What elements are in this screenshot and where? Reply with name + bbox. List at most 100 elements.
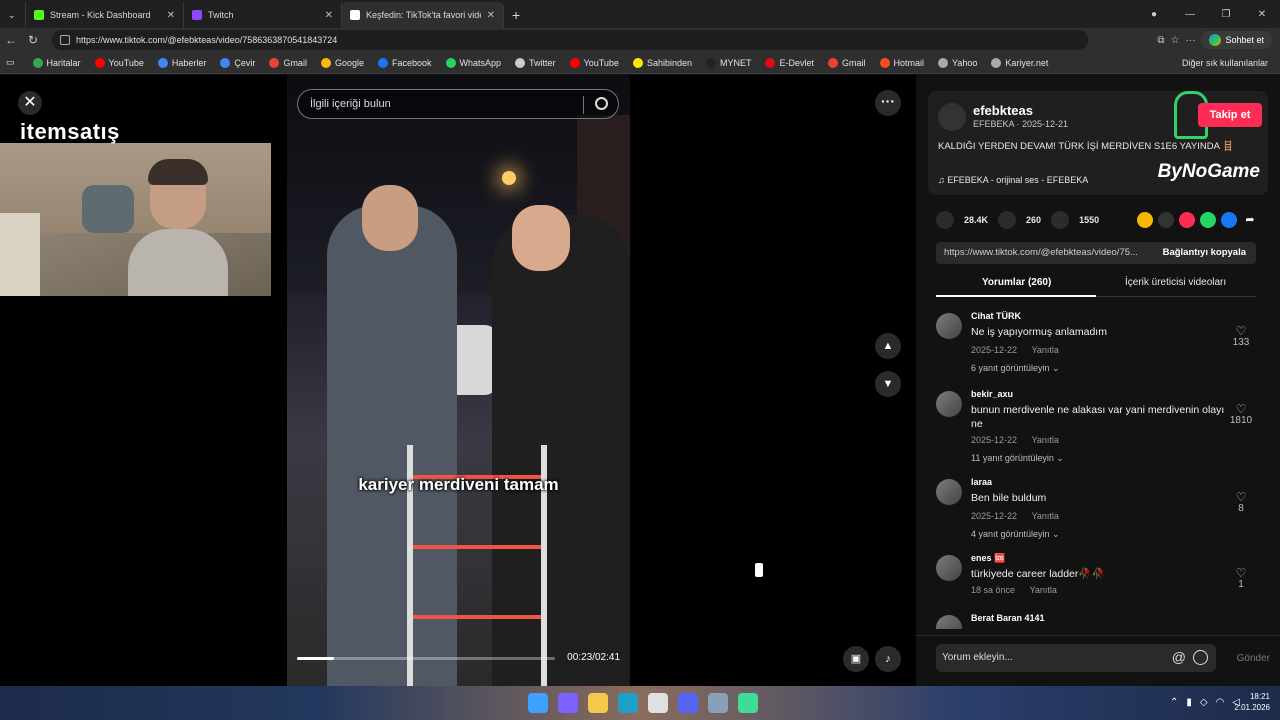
author-name[interactable]: efebkteas [973, 103, 1033, 118]
related-search-input[interactable]: İlgili içeriği bulun [297, 89, 619, 119]
bookmark-item[interactable]: Hotmail [879, 57, 924, 68]
more-menu-icon[interactable]: ··· [1185, 35, 1195, 46]
bookmark-item[interactable]: Haritalar [32, 57, 81, 68]
close-icon[interactable]: ✕ [167, 10, 175, 21]
browser-tab-kick[interactable]: Stream - Kick Dashboard ✕ [26, 2, 184, 28]
back-icon[interactable]: ← [0, 33, 22, 47]
bookmark-item[interactable]: Kariyer.net [991, 57, 1048, 68]
send-button[interactable]: Gönder [1237, 653, 1270, 664]
copilot-app-icon[interactable] [558, 693, 578, 713]
bookmark-item[interactable]: MYNET [705, 57, 751, 68]
heart-icon[interactable]: ♡ [1226, 491, 1256, 503]
reload-icon[interactable]: ↻ [22, 33, 44, 47]
emoji-icon[interactable] [1193, 650, 1208, 665]
coin-icon[interactable] [1137, 212, 1153, 228]
share-arrow-icon[interactable]: ➦ [1242, 212, 1258, 228]
network-app-icon[interactable] [708, 693, 728, 713]
comment-like[interactable]: ♡ 1810 [1226, 403, 1256, 426]
volume-button[interactable]: ♪ [875, 646, 901, 672]
discord-icon[interactable] [678, 693, 698, 713]
next-video-button[interactable]: ▼ [875, 371, 901, 397]
favorites-icon[interactable]: ☆ [1171, 35, 1180, 46]
bookmark-item[interactable]: Yahoo [938, 57, 977, 68]
bookmark-item[interactable]: Facebook [377, 57, 432, 68]
more-options-button[interactable]: ··· [875, 90, 901, 116]
pip-button[interactable]: ▣ [843, 646, 869, 672]
commenter-name[interactable]: Berat Baran 4141 [971, 613, 1045, 623]
bookmark-item[interactable]: Gmail [828, 57, 866, 68]
close-icon[interactable]: ✕ [487, 10, 495, 21]
edge-icon[interactable] [618, 693, 638, 713]
bookmark-item[interactable]: Google [320, 57, 364, 68]
new-tab-button[interactable]: + [504, 2, 528, 28]
browser-tab-tiktok[interactable]: Keşfedin: TikTok'ta favori vide ✕ [342, 2, 504, 28]
minimize-icon[interactable]: — [1172, 9, 1208, 20]
reply-button[interactable]: Yanıtla [1032, 511, 1059, 521]
bookmark-item[interactable]: YouTube [94, 57, 144, 68]
other-bookmarks[interactable]: Diğer sık kullanılanlar [1182, 58, 1268, 68]
like-icon[interactable] [936, 211, 954, 229]
maximize-icon[interactable]: ❐ [1208, 9, 1244, 20]
comment-like[interactable]: ♡ 1 [1226, 567, 1256, 590]
whatsapp-icon[interactable] [1200, 212, 1216, 228]
author-avatar[interactable] [938, 103, 966, 131]
embed-icon[interactable] [1158, 212, 1174, 228]
copilot-chat-button[interactable]: Sohbet et [1201, 31, 1272, 49]
mention-icon[interactable]: @ [1172, 649, 1186, 665]
comment-like[interactable]: ♡ 8 [1226, 491, 1256, 514]
commenter-name[interactable]: enes 🆘 [971, 553, 1005, 564]
app-icon[interactable] [738, 693, 758, 713]
store-icon[interactable] [648, 693, 668, 713]
heart-icon[interactable]: ♡ [1226, 403, 1256, 415]
heart-icon[interactable]: ♡ [1226, 325, 1256, 337]
video-player[interactable]: 30 kariyer merdiveni tamam İlgili içeriğ… [287, 75, 630, 686]
send-icon[interactable] [1179, 212, 1195, 228]
browser-tab-twitch[interactable]: Twitch ✕ [184, 2, 342, 28]
file-explorer-icon[interactable] [588, 693, 608, 713]
post-music[interactable]: ♫ EFEBEKA - orijinal ses - EFEBEKA [938, 175, 1088, 185]
extensions-icon[interactable]: ⧉ [1157, 35, 1164, 46]
tray-app-icon[interactable]: ▮ [1186, 697, 1192, 708]
url-field[interactable]: https://www.tiktok.com/@efebkteas/video/… [52, 30, 1088, 50]
commenter-name[interactable]: laraa [971, 477, 992, 487]
view-replies-button[interactable]: 6 yanıt görüntüleyin ⌄ [971, 363, 1060, 374]
copy-link-button[interactable]: Bağlantıyı kopyala [1163, 242, 1246, 264]
profile-icon[interactable]: ● [1136, 9, 1172, 20]
tab-creator-videos[interactable]: İçerik üreticisi videoları [1125, 277, 1226, 288]
commenter-avatar[interactable] [936, 615, 962, 629]
commenter-avatar[interactable] [936, 479, 962, 505]
commenter-avatar[interactable] [936, 555, 962, 581]
close-icon[interactable]: ✕ [325, 10, 333, 21]
close-video-button[interactable]: ✕ [18, 91, 42, 115]
comment-icon[interactable] [998, 211, 1017, 229]
search-icon[interactable] [595, 97, 608, 110]
wifi-icon[interactable]: ◠ [1216, 697, 1225, 708]
video-progress-bar[interactable] [297, 657, 555, 660]
tab-list-button[interactable]: ⌄ [0, 2, 26, 28]
bookmark-item[interactable]: WhatsApp [445, 57, 501, 68]
bookmark-item[interactable]: YouTube [569, 57, 619, 68]
facebook-icon[interactable] [1221, 212, 1237, 228]
system-clock[interactable]: 18:21 2.01.2026 [1234, 691, 1270, 713]
tray-shield-icon[interactable]: ◇ [1200, 697, 1208, 708]
bookmark-item[interactable]: Gmail [269, 57, 307, 68]
commenter-name[interactable]: Cihat TÜRK [971, 311, 1021, 321]
comment-input[interactable]: Yorum ekleyin... @ [936, 644, 1216, 672]
site-info-icon[interactable] [60, 35, 70, 45]
reply-button[interactable]: Yanıtla [1032, 435, 1059, 445]
comment-like[interactable]: ♡ 133 [1226, 325, 1256, 348]
bookmark-item[interactable]: Twitter [515, 57, 556, 68]
tray-chevron-icon[interactable]: ⌃ [1170, 697, 1178, 708]
bookmarks-menu-icon[interactable]: ▭ [6, 57, 15, 68]
tab-comments[interactable]: Yorumlar (260) [982, 277, 1051, 288]
reply-button[interactable]: Yanıtla [1032, 345, 1059, 355]
commenter-name[interactable]: bekir_axu [971, 389, 1013, 399]
previous-video-button[interactable]: ▲ [875, 333, 901, 359]
follow-button[interactable]: Takip et [1198, 103, 1262, 127]
bookmark-item[interactable]: Haberler [157, 57, 206, 68]
view-replies-button[interactable]: 4 yanıt görüntüleyin ⌄ [971, 529, 1060, 540]
bookmark-item[interactable]: Sahibinden [632, 57, 692, 68]
commenter-avatar[interactable] [936, 391, 962, 417]
bookmark-item[interactable]: Çevir [220, 57, 255, 68]
view-replies-button[interactable]: 11 yanıt görüntüleyin ⌄ [971, 453, 1064, 464]
